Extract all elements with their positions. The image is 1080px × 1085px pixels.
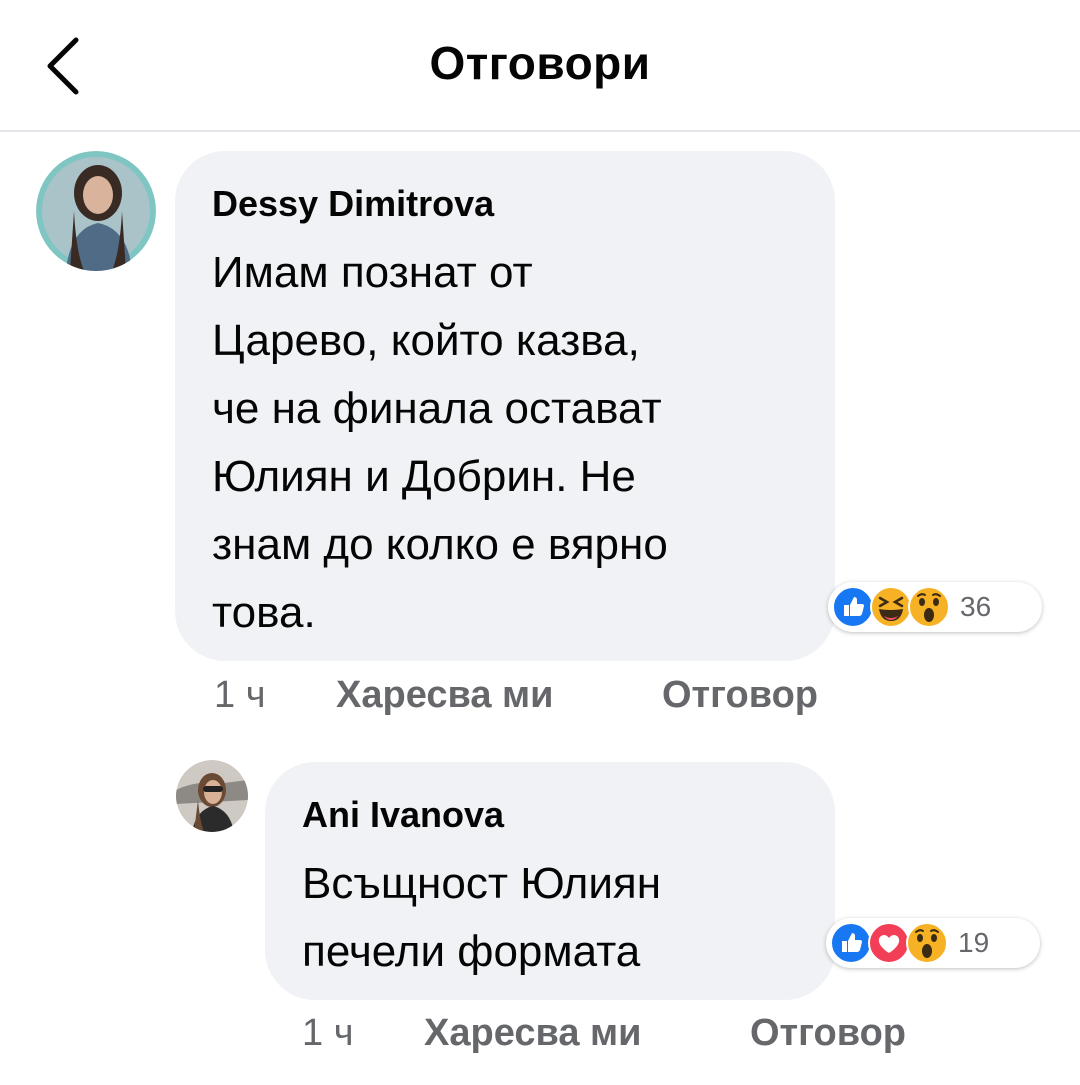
reaction-count: 36 bbox=[960, 591, 992, 622]
reply-actions: 1 ч Харесва ми Отговор bbox=[302, 1012, 952, 1058]
comment-text-line: Имам познат от bbox=[212, 248, 533, 297]
comment-timestamp[interactable]: 1 ч bbox=[214, 674, 266, 717]
comment-text-line: Царево, който казва, bbox=[212, 316, 640, 365]
header: Отговори bbox=[0, 0, 1080, 132]
comment-text-line: това. bbox=[212, 588, 316, 637]
comment-text-line: знам до колко е вярно bbox=[212, 520, 668, 569]
comment-author[interactable]: Dessy Dimitrova bbox=[212, 183, 494, 225]
wow-icon bbox=[908, 586, 950, 628]
like-button[interactable]: Харесва ми bbox=[424, 1012, 641, 1055]
comment-text-line: Юлиян и Добрин. Не bbox=[212, 452, 636, 501]
avatar[interactable] bbox=[176, 760, 248, 832]
comment-bubble[interactable]: Dessy Dimitrova Имам познат от Царево, к… bbox=[175, 151, 835, 661]
reply-author[interactable]: Ani Ivanova bbox=[302, 794, 504, 836]
reply-text-line: печели формата bbox=[302, 927, 641, 976]
like-icon bbox=[830, 922, 872, 964]
comment-actions: 1 ч Харесва ми Отговор bbox=[214, 674, 864, 720]
page-title: Отговори bbox=[429, 37, 651, 89]
avatar[interactable] bbox=[36, 151, 156, 271]
haha-icon bbox=[870, 586, 912, 628]
reaction-summary[interactable]: 36 bbox=[828, 582, 1042, 632]
comment-text: Имам познат от Царево, който казва, че н… bbox=[212, 239, 668, 647]
reaction-summary[interactable]: 19 bbox=[826, 918, 1040, 968]
wow-icon bbox=[906, 922, 948, 964]
reply-text-line: Всъщност Юлиян bbox=[302, 859, 662, 908]
reply-button[interactable]: Отговор bbox=[662, 674, 818, 717]
reply-bubble[interactable]: Ani Ivanova Всъщност Юлиян печели формат… bbox=[265, 762, 835, 1000]
reply-button[interactable]: Отговор bbox=[750, 1012, 906, 1055]
like-button[interactable]: Харесва ми bbox=[336, 674, 553, 717]
like-icon bbox=[832, 586, 874, 628]
love-icon bbox=[868, 922, 910, 964]
comment-text-line: че на финала остават bbox=[212, 384, 662, 433]
reply-timestamp[interactable]: 1 ч bbox=[302, 1012, 354, 1055]
reply-text: Всъщност Юлиян печели формата bbox=[302, 850, 661, 986]
reaction-count: 19 bbox=[958, 927, 990, 958]
